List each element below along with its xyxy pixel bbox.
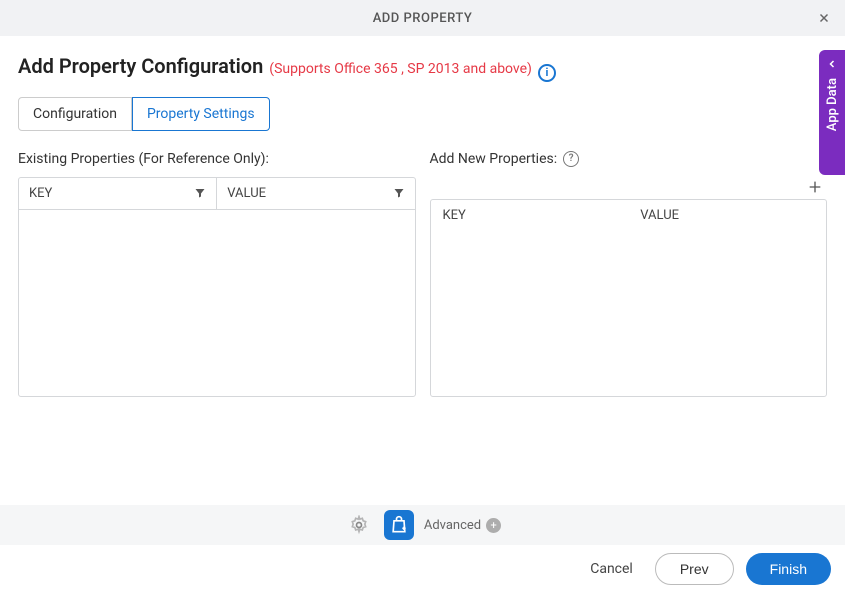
prev-button[interactable]: Prev bbox=[655, 553, 734, 585]
finish-button[interactable]: Finish bbox=[746, 553, 831, 585]
chevron-left-icon bbox=[826, 58, 838, 70]
page-subtitle: (Supports Office 365 , SP 2013 and above… bbox=[269, 61, 532, 77]
app-data-tab[interactable]: App Data bbox=[819, 50, 845, 175]
content-area: Add Property Configuration (Supports Off… bbox=[0, 36, 845, 397]
advanced-plus-icon: + bbox=[486, 518, 501, 533]
existing-panel: Existing Properties (For Reference Only)… bbox=[18, 151, 416, 397]
tabs: Configuration Property Settings bbox=[18, 97, 827, 131]
info-icon[interactable]: i bbox=[538, 64, 556, 82]
tab-property-settings[interactable]: Property Settings bbox=[132, 97, 270, 131]
addnew-col-value: VALUE bbox=[628, 200, 826, 231]
app-data-label: App Data bbox=[825, 78, 840, 131]
existing-col-value: VALUE bbox=[216, 178, 414, 209]
filter-icon[interactable] bbox=[194, 187, 206, 199]
panels-row: Existing Properties (For Reference Only)… bbox=[18, 151, 827, 397]
shopping-bag-icon bbox=[389, 515, 409, 535]
addnew-panel: Add New Properties: ? KEY VALUE bbox=[430, 151, 828, 397]
existing-grid: KEY VALUE bbox=[18, 177, 416, 397]
add-row bbox=[430, 177, 828, 199]
advanced-label-text: Advanced bbox=[424, 518, 481, 533]
close-icon bbox=[817, 11, 831, 25]
settings-button[interactable] bbox=[344, 510, 374, 540]
existing-label: Existing Properties (For Reference Only)… bbox=[18, 151, 416, 167]
addnew-label: Add New Properties: ? bbox=[430, 151, 828, 167]
close-button[interactable] bbox=[813, 7, 835, 29]
filter-icon[interactable] bbox=[393, 187, 405, 199]
cancel-button[interactable]: Cancel bbox=[580, 553, 643, 585]
addnew-grid-header: KEY VALUE bbox=[431, 200, 827, 231]
title-row: Add Property Configuration (Supports Off… bbox=[18, 54, 827, 79]
existing-grid-header: KEY VALUE bbox=[19, 178, 415, 210]
tab-configuration[interactable]: Configuration bbox=[18, 97, 132, 131]
addnew-label-text: Add New Properties: bbox=[430, 151, 558, 167]
existing-col-value-label: VALUE bbox=[227, 186, 266, 201]
gear-icon bbox=[349, 515, 369, 535]
addnew-grid: KEY VALUE bbox=[430, 199, 828, 397]
footer-tools: Advanced + bbox=[0, 505, 845, 545]
addnew-col-key: KEY bbox=[431, 200, 629, 231]
page-title: Add Property Configuration bbox=[18, 54, 263, 78]
existing-col-key-label: KEY bbox=[29, 186, 52, 201]
modal-title: ADD PROPERTY bbox=[373, 11, 473, 26]
footer-actions: Cancel Prev Finish bbox=[580, 553, 831, 585]
help-icon[interactable]: ? bbox=[563, 151, 579, 167]
existing-col-key: KEY bbox=[19, 178, 216, 209]
shopping-button[interactable] bbox=[384, 510, 414, 540]
advanced-toggle[interactable]: Advanced + bbox=[424, 518, 501, 533]
plus-icon[interactable] bbox=[807, 179, 823, 195]
modal-header: ADD PROPERTY bbox=[0, 0, 845, 36]
